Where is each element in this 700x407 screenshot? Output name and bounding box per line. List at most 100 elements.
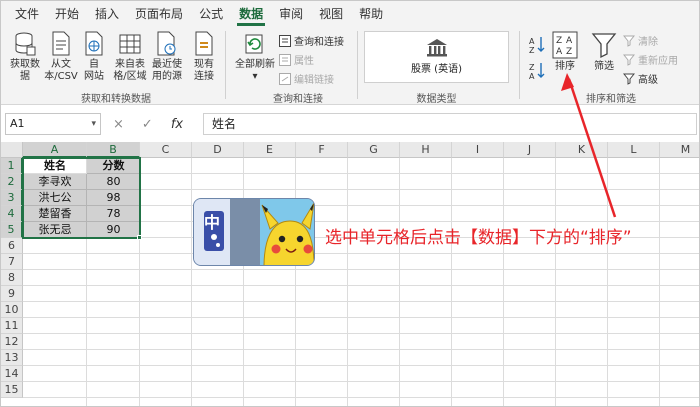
clear-filter-button[interactable]: 清除 — [623, 33, 658, 48]
column-header-m[interactable]: M — [660, 142, 699, 158]
pikachu-sticker-image: 中 — [193, 198, 315, 266]
column-header-a[interactable]: A — [23, 142, 87, 158]
table-icon — [119, 34, 141, 54]
svg-text:A: A — [566, 36, 573, 46]
menu-file[interactable]: 文件 — [7, 1, 47, 27]
svg-text:Z: Z — [529, 46, 535, 55]
from-text-csv-button[interactable]: 从文 本/CSV — [43, 31, 79, 83]
advanced-filter-button[interactable]: 高级 — [623, 71, 658, 86]
menu-data[interactable]: 数据 — [231, 1, 271, 27]
gridline — [347, 158, 348, 406]
row-header-5[interactable]: 5 — [1, 222, 23, 238]
formula-bar: A1 ▾ × ✓ fx 姓名 — [1, 111, 699, 137]
chevron-down-icon[interactable]: ▾ — [91, 114, 96, 134]
gridline — [23, 397, 699, 398]
close-icon[interactable]: × — [113, 117, 124, 132]
column-header-c[interactable]: C — [140, 142, 192, 158]
gridline — [23, 365, 699, 366]
reapply-filter-button[interactable]: 重新应用 — [623, 52, 678, 67]
menu-home[interactable]: 开始 — [47, 1, 87, 27]
ribbon-divider — [225, 31, 226, 99]
menu-insert[interactable]: 插入 — [87, 1, 127, 27]
menu-formulas[interactable]: 公式 — [191, 1, 231, 27]
stocks-data-type-button[interactable]: 股票 (英语) — [364, 31, 509, 83]
gridline — [607, 158, 608, 406]
advanced-filter-icon — [623, 73, 635, 85]
sort-button[interactable]: ZAAZ 排序 — [551, 31, 579, 73]
name-box[interactable]: A1 ▾ — [5, 113, 101, 135]
bank-icon — [426, 39, 447, 57]
column-header-k[interactable]: K — [556, 142, 608, 158]
row-header-15[interactable]: 15 — [1, 382, 23, 398]
sort-icon: Z AA Z — [552, 31, 578, 59]
row-header-12[interactable]: 12 — [1, 334, 23, 350]
sort-az-icon: AZ — [529, 37, 545, 55]
menu-view[interactable]: 视图 — [311, 1, 351, 27]
row-header-14[interactable]: 14 — [1, 366, 23, 382]
row-header-11[interactable]: 11 — [1, 318, 23, 334]
row-header-13[interactable]: 13 — [1, 350, 23, 366]
fill-handle[interactable] — [137, 235, 142, 240]
column-header-j[interactable]: J — [504, 142, 556, 158]
row-header-6[interactable]: 6 — [1, 238, 23, 254]
properties-icon — [279, 53, 291, 66]
text-file-icon — [52, 31, 70, 56]
existing-connections-button[interactable]: 现有 连接 — [189, 31, 219, 83]
menu-help[interactable]: 帮助 — [351, 1, 391, 27]
gridline — [295, 158, 296, 406]
recent-sources-button[interactable]: 最近使 用的源 — [149, 31, 185, 83]
from-table-button[interactable]: 来自表 格/区域 — [111, 31, 149, 83]
formula-controls: × ✓ fx — [113, 113, 183, 135]
menu-page-layout[interactable]: 页面布局 — [127, 1, 191, 27]
excel-window: 文件 开始 插入 页面布局 公式 数据 审阅 视图 帮助 获取数 据 从文 本/… — [0, 0, 700, 407]
fx-icon[interactable]: fx — [171, 117, 183, 132]
formula-input[interactable]: 姓名 — [203, 113, 697, 135]
sticker-char: 中 — [204, 213, 221, 232]
ribbon-divider — [519, 31, 520, 99]
column-header-g[interactable]: G — [348, 142, 400, 158]
group-label-sort-filter: 排序和筛选 — [586, 94, 636, 105]
edit-links-button[interactable]: 编辑链接 — [279, 71, 334, 86]
column-header-f[interactable]: F — [296, 142, 348, 158]
sort-za-icon: ZA — [529, 63, 545, 81]
clear-filter-icon — [623, 35, 635, 47]
menu-review[interactable]: 审阅 — [271, 1, 311, 27]
refresh-icon — [245, 34, 263, 54]
row-header-1[interactable]: 1 — [1, 158, 23, 174]
column-header-h[interactable]: H — [400, 142, 452, 158]
column-header-e[interactable]: E — [244, 142, 296, 158]
select-all-corner[interactable] — [1, 142, 23, 158]
gridline — [23, 301, 699, 302]
spreadsheet-grid[interactable]: A B C D E F G H I J K L M 1 2 3 4 5 6 7 8 9 10 11 12 13 14 15 姓名 分数 李寻… — [1, 142, 699, 406]
database-icon — [15, 32, 36, 56]
ribbon-divider — [357, 31, 358, 99]
row-header-8[interactable]: 8 — [1, 270, 23, 286]
column-header-b[interactable]: B — [87, 142, 140, 158]
queries-connections-button[interactable]: 查询和连接 — [279, 33, 344, 48]
gridline — [23, 349, 699, 350]
get-data-button[interactable]: 获取数 据 — [7, 31, 43, 83]
properties-button[interactable]: 属性 — [279, 52, 314, 67]
gridline — [503, 158, 504, 406]
svg-text:A: A — [556, 47, 563, 57]
svg-text:Z: Z — [556, 36, 562, 46]
from-web-button[interactable]: 自 网站 — [81, 31, 107, 83]
sort-ascending-button[interactable]: AZ — [527, 35, 547, 57]
row-header-2[interactable]: 2 — [1, 174, 23, 190]
row-header-7[interactable]: 7 — [1, 254, 23, 270]
refresh-all-button[interactable]: 全部刷新 ▾ — [233, 31, 277, 83]
row-header-10[interactable]: 10 — [1, 302, 23, 318]
column-header-l[interactable]: L — [608, 142, 660, 158]
gridline — [23, 269, 699, 270]
check-icon[interactable]: ✓ — [142, 117, 153, 132]
column-header-i[interactable]: I — [452, 142, 504, 158]
chevron-down-icon: ▾ — [252, 71, 258, 82]
row-header-4[interactable]: 4 — [1, 206, 23, 222]
row-header-9[interactable]: 9 — [1, 286, 23, 302]
instruction-annotation: 选中单元格后点击【数据】下方的“排序” — [325, 228, 632, 248]
filter-button[interactable]: 筛选 — [589, 31, 619, 73]
row-header-3[interactable]: 3 — [1, 190, 23, 206]
column-header-d[interactable]: D — [192, 142, 244, 158]
sort-descending-button[interactable]: ZA — [527, 61, 547, 83]
link-icon — [279, 72, 291, 85]
